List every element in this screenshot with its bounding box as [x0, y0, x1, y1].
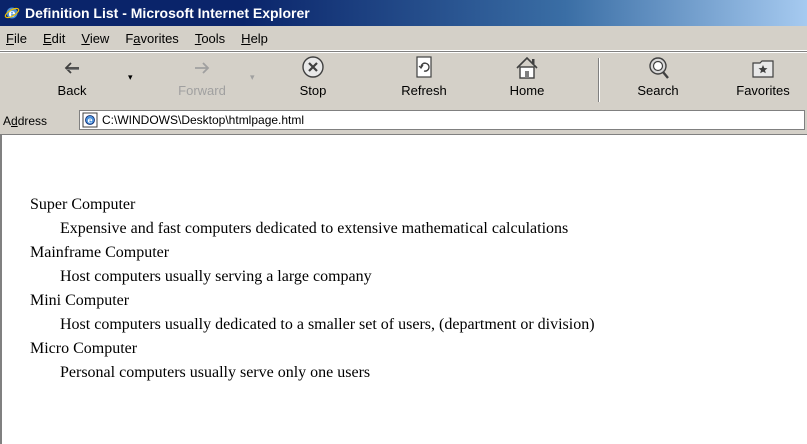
- address-input[interactable]: e C:\WINDOWS\Desktop\htmlpage.html: [79, 110, 805, 130]
- toolbar-separator: [598, 58, 600, 102]
- definition-term: Mainframe Computer: [30, 244, 170, 261]
- menu-tools-label: ools: [201, 30, 226, 46]
- browser-window: e Definition List - Microsoft Internet E…: [0, 0, 807, 444]
- refresh-icon: [416, 56, 432, 78]
- definition-list: Super Computer Expensive and fast comput…: [30, 193, 595, 385]
- back-arrow-icon: [64, 62, 79, 74]
- home-label: Home: [509, 83, 545, 98]
- favorites-label: Favorites: [736, 83, 790, 98]
- menu-help-mnemonic: H: [241, 30, 251, 46]
- svg-text:e: e: [87, 115, 92, 125]
- address-value: C:\WINDOWS\Desktop\htmlpage.html: [102, 113, 305, 127]
- menu-file-mnemonic: F: [6, 30, 14, 46]
- menu-edit-label: dit: [51, 30, 66, 46]
- search-icon: [649, 57, 669, 79]
- favorites-icon: [752, 60, 774, 78]
- stop-icon: [302, 56, 324, 78]
- address-label-mnemonic: d: [11, 113, 18, 128]
- ie-logo-icon: e: [4, 6, 20, 20]
- definition-term: Super Computer: [30, 196, 136, 213]
- address-bar: Address e C:\WINDOWS\Desktop\htmlpage.ht…: [0, 107, 807, 135]
- definition-description: Host computers usually serving a large c…: [60, 268, 372, 285]
- forward-button[interactable]: Forward: [172, 54, 232, 106]
- page-content: Super Computer Expensive and fast comput…: [0, 135, 807, 444]
- menu-edit-mnemonic: E: [42, 30, 52, 46]
- definition-description: Expensive and fast computers dedicated t…: [60, 220, 569, 237]
- menu-view[interactable]: View: [74, 31, 118, 46]
- menu-edit[interactable]: Edit: [36, 31, 74, 46]
- refresh-label: Refresh: [401, 83, 447, 98]
- menu-view-mnemonic: V: [81, 30, 90, 46]
- standard-toolbar: Back ▾ Forward ▾ Stop Refresh Home Searc…: [0, 51, 807, 108]
- forward-arrow-icon: [195, 62, 210, 74]
- home-button[interactable]: Home: [502, 54, 552, 106]
- definition-term: Mini Computer: [30, 292, 130, 309]
- title-bar: e Definition List - Microsoft Internet E…: [0, 0, 807, 26]
- back-button[interactable]: Back: [50, 54, 94, 106]
- back-label: Back: [57, 83, 87, 98]
- menu-file-label: ile: [13, 30, 27, 46]
- address-label-rest: dress: [17, 113, 48, 128]
- address-label: Address: [3, 114, 47, 128]
- search-label: Search: [637, 83, 679, 98]
- search-button[interactable]: Search: [630, 54, 686, 106]
- address-label-pre: A: [3, 113, 12, 128]
- refresh-button[interactable]: Refresh: [394, 54, 454, 106]
- page-icon: e: [82, 112, 98, 128]
- definition-description: Host computers usually dedicated to a sm…: [60, 316, 595, 333]
- menu-favorites-mnemonic: a: [133, 30, 141, 46]
- window-title: Definition List - Microsoft Internet Exp…: [25, 5, 310, 21]
- definition-description: Personal computers usually serve only on…: [60, 364, 371, 381]
- home-icon: [516, 56, 538, 79]
- definition-term: Micro Computer: [30, 340, 138, 357]
- menu-file[interactable]: File: [0, 31, 36, 46]
- stop-button[interactable]: Stop: [290, 54, 336, 106]
- favorites-button[interactable]: Favorites: [728, 54, 798, 106]
- forward-label: Forward: [178, 83, 226, 98]
- menu-bar: File Edit View Favorites Tools Help: [0, 26, 807, 51]
- menu-help[interactable]: Help: [234, 31, 277, 46]
- menu-help-label: elp: [250, 30, 268, 46]
- menu-tools[interactable]: Tools: [188, 31, 234, 46]
- menu-favorites-label: vorites: [140, 30, 179, 46]
- menu-view-label: iew: [89, 30, 110, 46]
- menu-favorites[interactable]: Favorites: [118, 31, 187, 46]
- stop-label: Stop: [299, 83, 327, 98]
- back-dropdown-icon[interactable]: ▾: [128, 72, 133, 83]
- forward-dropdown-icon[interactable]: ▾: [250, 72, 255, 83]
